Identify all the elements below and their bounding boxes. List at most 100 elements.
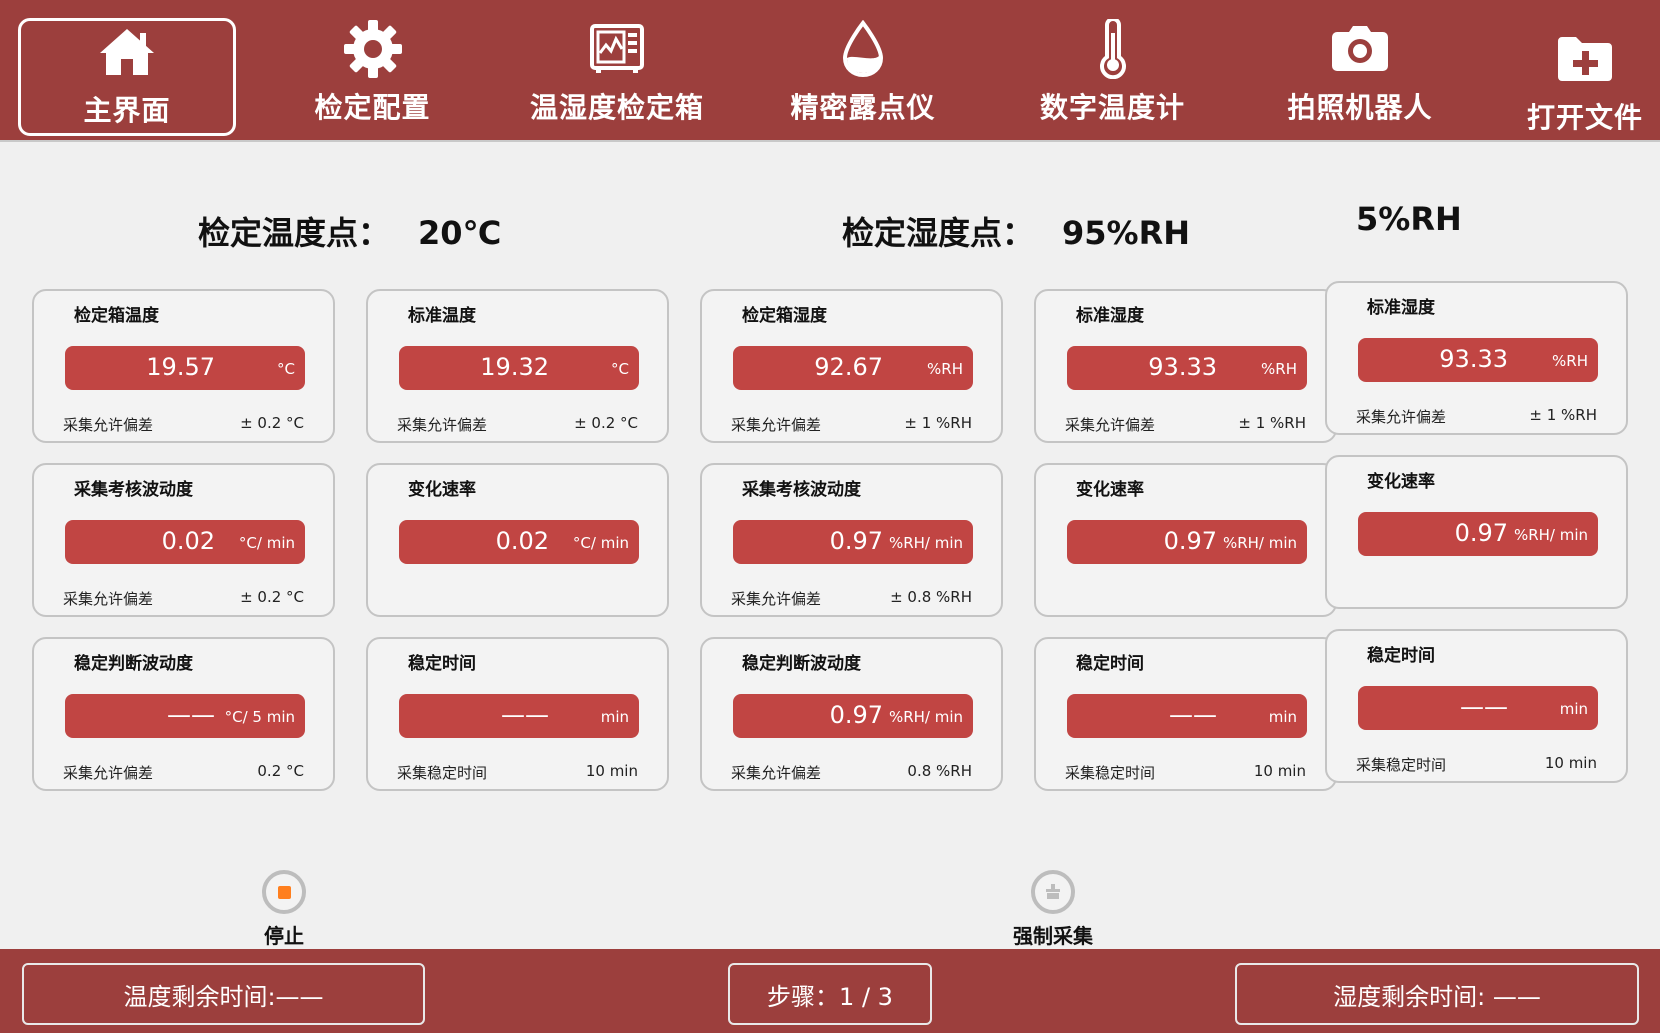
value: 19.57 bbox=[146, 353, 215, 381]
card-footer: 采集稳定时间 10 min bbox=[397, 762, 638, 783]
card-hum-rate-2: 变化速率 0.97 %RH/ min bbox=[1325, 455, 1628, 609]
footer-label: 采集允许偏差 bbox=[63, 416, 154, 434]
value: 93.33 bbox=[1439, 345, 1508, 373]
nav-thermometer[interactable]: 数字温度计 bbox=[1030, 18, 1195, 136]
card-hum-stability: 稳定判断波动度 0.97 %RH/ min 采集允许偏差 0.8 %RH bbox=[700, 637, 1003, 791]
card-title: 稳定时间 bbox=[1367, 646, 1435, 666]
card-footer: 采集允许偏差 ± 1 %RH bbox=[1356, 406, 1597, 427]
value: —— bbox=[1460, 693, 1508, 721]
card-footer: 采集允许偏差 ± 0.2 °C bbox=[397, 414, 638, 435]
step-indicator: 步骤：1 / 3 bbox=[728, 963, 932, 1025]
card-title: 采集考核波动度 bbox=[742, 480, 861, 500]
temp-remaining-time: 温度剩余时间:—— bbox=[22, 963, 425, 1025]
nav-config-label: 检定配置 bbox=[314, 91, 431, 124]
card-title: 稳定时间 bbox=[408, 654, 476, 674]
footer-value: 10 min bbox=[1253, 762, 1306, 780]
value-box: —— min bbox=[1067, 694, 1307, 738]
card-footer: 采集允许偏差 0.8 %RH bbox=[731, 762, 972, 783]
card-title: 采集考核波动度 bbox=[74, 480, 193, 500]
value-box: —— min bbox=[1358, 686, 1598, 730]
hum-point-value: 95%RH bbox=[1062, 214, 1191, 252]
temp-point-heading: 检定温度点： 20℃ bbox=[198, 208, 501, 254]
home-icon bbox=[92, 21, 162, 83]
unit: %RH/ min bbox=[888, 708, 963, 726]
bottom-status-bar: 温度剩余时间:—— 步骤：1 / 3 湿度剩余时间: —— bbox=[0, 949, 1660, 1033]
temp-point-value: 20℃ bbox=[418, 214, 502, 252]
card-hum-stable-time: 稳定时间 —— min 采集稳定时间 10 min bbox=[1034, 637, 1337, 791]
footer-value: ± 1 %RH bbox=[904, 414, 972, 432]
unit: °C/ min bbox=[238, 534, 295, 552]
value: 0.02 bbox=[495, 527, 549, 555]
unit: °C bbox=[277, 360, 295, 378]
gear-icon bbox=[338, 18, 408, 80]
unit: %RH/ min bbox=[1222, 534, 1297, 552]
nav-camera-robot[interactable]: 拍照机器人 bbox=[1280, 18, 1440, 136]
footer-value: 0.2 °C bbox=[257, 762, 304, 780]
stop-button[interactable]: 停止 bbox=[254, 870, 314, 949]
hum-remaining-time: 湿度剩余时间: —— bbox=[1235, 963, 1639, 1025]
card-footer: 采集允许偏差 ± 1 %RH bbox=[1065, 414, 1306, 435]
nav-main[interactable]: 主界面 bbox=[18, 18, 236, 136]
card-footer: 采集允许偏差 ± 0.2 °C bbox=[63, 414, 304, 435]
nav-open-file[interactable]: 打开文件 bbox=[1520, 28, 1650, 146]
footer-label: 采集允许偏差 bbox=[1356, 408, 1447, 426]
nav-open-file-label: 打开文件 bbox=[1526, 101, 1643, 134]
value-box: 0.02 °C/ min bbox=[399, 520, 639, 564]
basket-icon bbox=[1031, 870, 1075, 914]
unit: min bbox=[600, 708, 629, 726]
value-box: 0.97 %RH/ min bbox=[733, 694, 973, 738]
footer-value: ± 1 %RH bbox=[1529, 406, 1597, 424]
top-nav: 主界面 检定配置 温湿度检定箱 精密露点仪 数字温度计 拍照机器人 打开文件 bbox=[0, 0, 1660, 142]
card-footer: 采集允许偏差 0.2 °C bbox=[63, 762, 304, 783]
force-collect-button[interactable]: 强制采集 bbox=[1003, 870, 1103, 949]
value-box: 93.33 %RH bbox=[1067, 346, 1307, 390]
card-title: 稳定时间 bbox=[1076, 654, 1144, 674]
value-box: —— °C/ 5 min bbox=[65, 694, 305, 738]
value: —— bbox=[167, 701, 215, 729]
hum-point-heading: 检定湿度点： 95%RH bbox=[842, 208, 1190, 254]
value: 92.67 bbox=[814, 353, 883, 381]
footer-label: 采集允许偏差 bbox=[1065, 416, 1156, 434]
card-hum-fluctuation: 采集考核波动度 0.97 %RH/ min 采集允许偏差 ± 0.8 %RH bbox=[700, 463, 1003, 617]
card-title: 标准温度 bbox=[408, 306, 476, 326]
card-standard-humidity-2: 标准湿度 93.33 %RH 采集允许偏差 ± 1 %RH bbox=[1325, 281, 1628, 435]
nav-main-label: 主界面 bbox=[83, 94, 171, 127]
nav-chamber-label: 温湿度检定箱 bbox=[529, 91, 704, 124]
droplet-icon bbox=[828, 18, 898, 80]
footer-label: 采集允许偏差 bbox=[63, 590, 154, 608]
card-title: 稳定判断波动度 bbox=[742, 654, 861, 674]
value-box: 92.67 %RH bbox=[733, 346, 973, 390]
value-box: 0.97 %RH/ min bbox=[1358, 512, 1598, 556]
footer-label: 采集允许偏差 bbox=[731, 764, 822, 782]
card-chamber-temp: 检定箱温度 19.57 °C 采集允许偏差 ± 0.2 °C bbox=[32, 289, 335, 443]
value: —— bbox=[501, 701, 549, 729]
value-box: 93.33 %RH bbox=[1358, 338, 1598, 382]
footer-label: 采集稳定时间 bbox=[1065, 764, 1156, 782]
nav-chamber[interactable]: 温湿度检定箱 bbox=[522, 18, 712, 136]
stop-label: 停止 bbox=[264, 924, 304, 948]
temp-point-label: 检定温度点： bbox=[198, 214, 391, 252]
card-footer: 采集允许偏差 ± 1 %RH bbox=[731, 414, 972, 435]
card-footer: 采集允许偏差 ± 0.2 °C bbox=[63, 588, 304, 609]
footer-value: ± 0.2 °C bbox=[240, 414, 304, 432]
card-chamber-humidity: 检定箱湿度 92.67 %RH 采集允许偏差 ± 1 %RH bbox=[700, 289, 1003, 443]
value-box: 0.97 %RH/ min bbox=[1067, 520, 1307, 564]
card-temp-rate: 变化速率 0.02 °C/ min bbox=[366, 463, 669, 617]
nav-config[interactable]: 检定配置 bbox=[290, 18, 455, 136]
footer-label: 采集允许偏差 bbox=[397, 416, 488, 434]
card-footer: 采集允许偏差 ± 0.8 %RH bbox=[731, 588, 972, 609]
unit: °C bbox=[611, 360, 629, 378]
chamber-icon bbox=[582, 18, 652, 80]
card-title: 标准湿度 bbox=[1076, 306, 1144, 326]
value: 0.02 bbox=[161, 527, 215, 555]
card-temp-stable-time: 稳定时间 —— min 采集稳定时间 10 min bbox=[366, 637, 669, 791]
footer-value: ± 0.8 %RH bbox=[890, 588, 972, 606]
folder-plus-icon bbox=[1550, 28, 1620, 90]
footer-value: ± 0.2 °C bbox=[240, 588, 304, 606]
hum-point2-value: 5%RH bbox=[1356, 200, 1462, 238]
value: 0.97 bbox=[1454, 519, 1508, 547]
nav-dewpoint[interactable]: 精密露点仪 bbox=[778, 18, 948, 136]
unit: min bbox=[1268, 708, 1297, 726]
card-title: 变化速率 bbox=[1076, 480, 1144, 500]
unit: %RH bbox=[1552, 352, 1588, 370]
